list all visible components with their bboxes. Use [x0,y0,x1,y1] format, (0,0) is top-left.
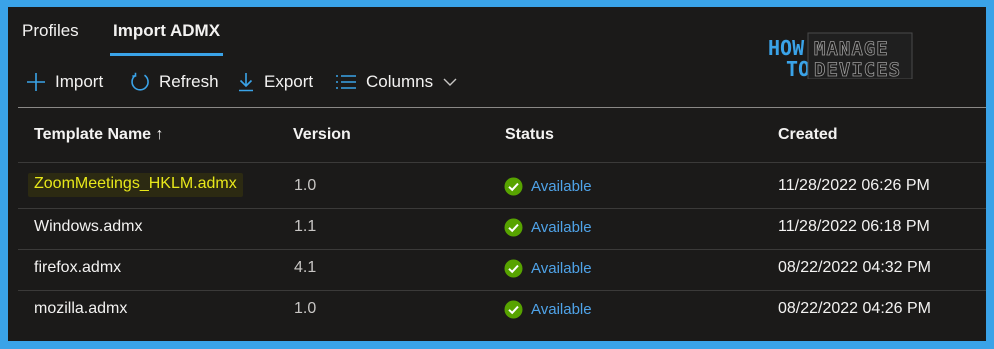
version-cell: 1.0 [294,300,317,317]
version-cell: 1.1 [294,218,317,235]
admx-panel: Profiles Import ADMX Import Refresh Expo… [8,7,986,341]
column-header-version[interactable]: Version [293,126,351,144]
column-header-status[interactable]: Status [505,126,554,144]
toolbar-divider [18,107,986,108]
svg-text:DEVICES: DEVICES [814,59,901,79]
check-circle-icon [504,177,523,196]
tab-profiles[interactable]: Profiles [22,21,79,41]
template-name-link[interactable]: firefox.admx [34,259,121,277]
version-cell: 1.0 [294,177,317,194]
created-cell: 08/22/2022 04:26 PM [778,300,932,317]
template-name-link[interactable]: mozilla.admx [34,300,127,318]
active-tab-indicator [110,53,223,56]
status-cell: Available [504,177,592,196]
column-header-template-name[interactable]: Template Name ↑ [34,126,164,144]
status-cell: Available [504,259,592,278]
columns-button[interactable]: Columns [335,67,457,97]
check-circle-icon [504,218,523,237]
status-text[interactable]: Available [531,219,592,236]
columns-icon [336,75,356,89]
import-button[interactable]: Import [26,67,103,97]
svg-text:TO: TO [786,57,810,79]
refresh-label: Refresh [159,72,219,91]
header-divider [18,162,986,163]
status-cell: Available [504,218,592,237]
svg-text:MANAGE: MANAGE [814,38,889,60]
table-row[interactable]: ZoomMeetings_HKLM.admx 1.0 Available 11/… [18,167,986,207]
check-circle-icon [504,300,523,319]
version-cell: 4.1 [294,259,317,276]
download-icon [239,73,253,92]
table-row[interactable]: Windows.admx 1.1 Available 11/28/2022 06… [18,208,986,248]
table-header: Template Name ↑ Version Status Created [8,121,986,157]
status-text[interactable]: Available [531,301,592,318]
template-name-link[interactable]: Windows.admx [34,218,142,236]
refresh-button[interactable]: Refresh [130,67,219,97]
table-row[interactable]: firefox.admx 4.1 Available 08/22/2022 04… [18,249,986,289]
plus-icon [27,73,45,91]
status-text[interactable]: Available [531,178,592,195]
import-label: Import [55,72,104,91]
status-text[interactable]: Available [531,260,592,277]
export-label: Export [264,72,314,91]
created-cell: 11/28/2022 06:18 PM [778,218,930,235]
check-circle-icon [504,259,523,278]
export-button[interactable]: Export [237,67,313,97]
howtomanagedevices-logo: HOW TO MANAGE DEVICES [768,32,913,79]
columns-label: Columns [366,72,434,91]
tab-import-admx[interactable]: Import ADMX [113,21,220,41]
created-cell: 11/28/2022 06:26 PM [778,177,930,194]
column-header-created[interactable]: Created [778,126,838,144]
table-row[interactable]: mozilla.admx 1.0 Available 08/22/2022 04… [18,290,986,330]
status-cell: Available [504,300,592,319]
template-name-link[interactable]: ZoomMeetings_HKLM.admx [28,173,243,197]
chevron-down-icon [443,78,457,86]
created-cell: 08/22/2022 04:32 PM [778,259,932,276]
refresh-icon [131,72,149,91]
